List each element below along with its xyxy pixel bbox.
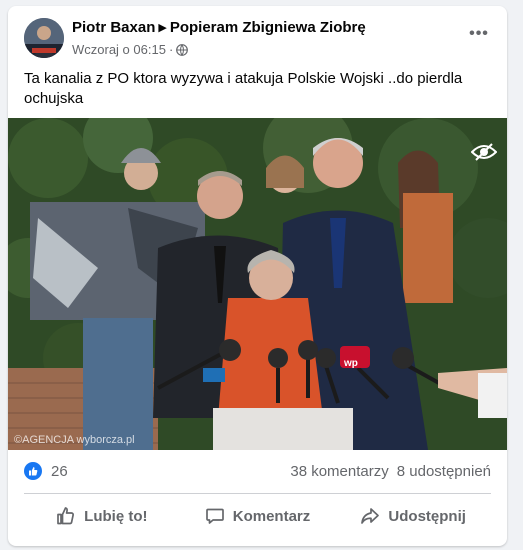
share-button-label: Udostępnij: [388, 507, 466, 525]
post-meta: Wczoraj o 06:15 ·: [72, 42, 189, 59]
group-name[interactable]: Popieram Zbigniewa Ziobrę: [170, 19, 366, 36]
author-name[interactable]: Piotr Baxan: [72, 19, 155, 36]
reaction-count[interactable]: 26: [51, 463, 68, 480]
post-photo[interactable]: wp ©AGENCJA wyborcza.pl: [8, 118, 507, 450]
comment-button[interactable]: Komentarz: [180, 500, 336, 532]
post-actions: Lubię to! Komentarz Udostępnij: [24, 500, 491, 532]
comment-button-label: Komentarz: [232, 507, 311, 525]
post-text: Ta kanalia z PO ktora wyzywa i atakuja P…: [24, 70, 463, 107]
more-options-button[interactable]: •••: [465, 20, 493, 48]
thumbs-up-icon: [57, 507, 75, 525]
like-button[interactable]: Lubię to!: [24, 500, 180, 532]
photo-illustration: [8, 118, 507, 450]
like-reaction-icon[interactable]: [24, 462, 42, 480]
post-card: Piotr Baxan ▶ Popieram Zbigniewa Ziobrę Wc…: [8, 6, 507, 546]
post-timestamp[interactable]: Wczoraj o 06:15: [72, 42, 166, 57]
share-icon: [361, 508, 380, 524]
globe-icon[interactable]: [176, 44, 189, 59]
stats-divider: [24, 493, 491, 494]
author-avatar[interactable]: [24, 18, 64, 58]
share-button[interactable]: Udostępnij: [335, 500, 491, 532]
comments-count[interactable]: 38 komentarzy: [290, 463, 388, 480]
post-stats: 26 38 komentarzy 8 udostępnień: [24, 461, 491, 483]
comment-icon: [205, 508, 224, 524]
photo-watermark: ©AGENCJA wyborcza.pl: [14, 434, 135, 446]
meta-separator: ·: [168, 42, 174, 57]
mic-logo-label: wp: [344, 358, 358, 369]
like-button-label: Lubię to!: [84, 507, 148, 525]
engagement-counts: 38 komentarzy 8 udostępnień: [290, 463, 491, 480]
shares-count[interactable]: 8 udostępnień: [397, 463, 491, 480]
caret-right-icon: ▶: [158, 22, 167, 34]
eye-slash-icon[interactable]: [470, 142, 498, 167]
post-header-title: Piotr Baxan ▶ Popieram Zbigniewa Ziobrę: [72, 19, 366, 36]
